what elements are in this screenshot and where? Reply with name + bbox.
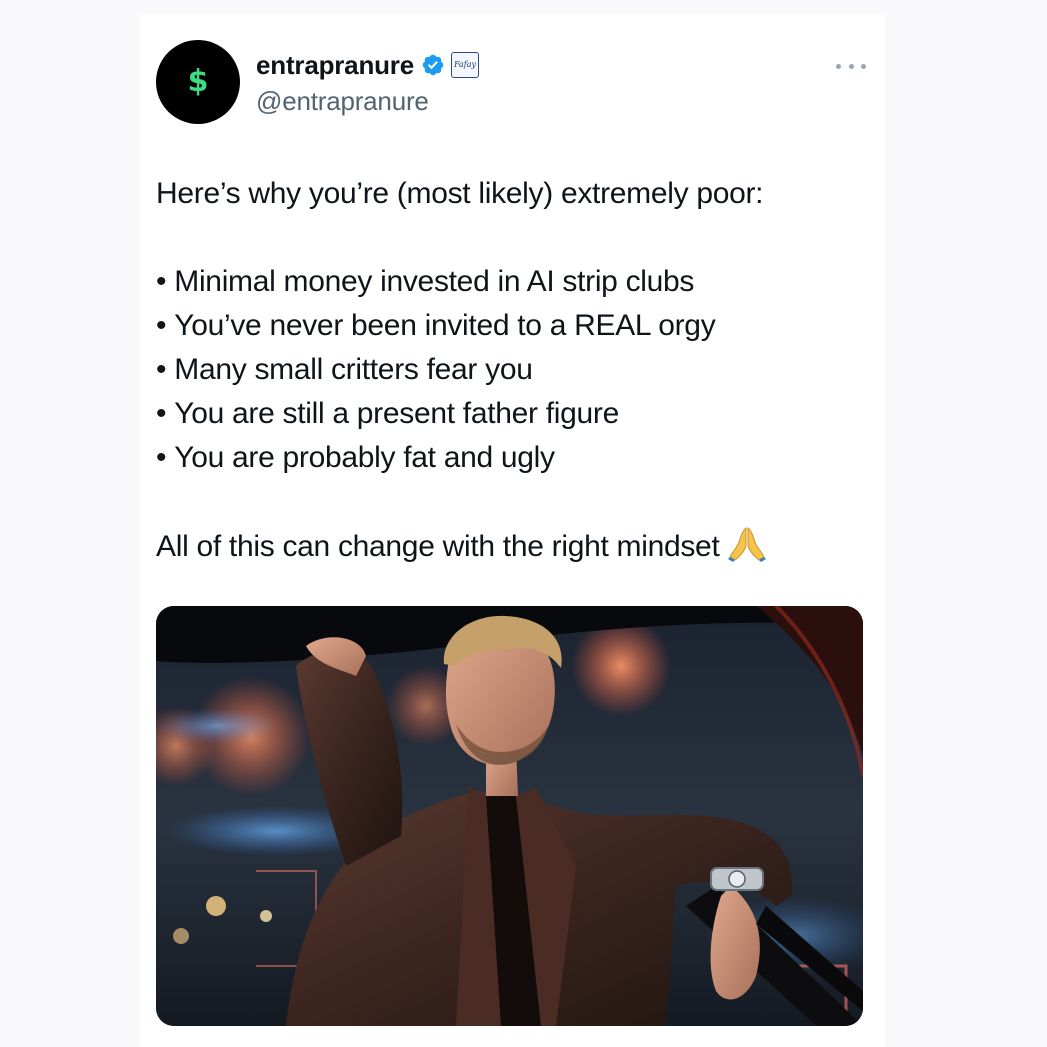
avatar[interactable]: $ (156, 40, 240, 124)
bullet-item: • You’ve never been invited to a REAL or… (156, 309, 716, 342)
more-options-icon[interactable] (836, 62, 866, 70)
bullet-text: You are still a present father figure (174, 397, 619, 430)
bullet-item: • Minimal money invested in AI strip clu… (156, 265, 695, 298)
closing-text: All of this can change with the right mi… (156, 530, 720, 563)
bullet-text: You are probably fat and ugly (174, 441, 555, 474)
dot-icon (861, 63, 866, 69)
affiliate-badge-text: Fafay (453, 60, 476, 69)
tweet-card[interactable]: $ entrapranure Fafay @entrapranure Here’… (140, 14, 885, 1047)
dot-icon (848, 63, 854, 69)
bullet-text: You’ve never been invited to a REAL orgy (174, 309, 716, 342)
bullet-item: • You are probably fat and ugly (156, 441, 555, 474)
display-name[interactable]: entrapranure (256, 50, 414, 81)
pray-icon (728, 527, 767, 562)
avatar-dollar-glyph: $ (187, 64, 209, 99)
tweet-text: Here’s why you’re (most likely) extremel… (156, 172, 876, 569)
tweet-media-photo[interactable] (156, 606, 863, 1026)
affiliate-badge-icon[interactable]: Fafay (450, 52, 479, 78)
bullet-text: Many small critters fear you (174, 353, 533, 386)
author-names: entrapranure Fafay @entrapranure (256, 48, 479, 117)
tweet-intro: Here’s why you’re (most likely) extremel… (156, 177, 764, 210)
handle[interactable]: @entrapranure (256, 86, 479, 117)
bullet-item: • You are still a present father figure (156, 397, 619, 430)
bullet-text: Minimal money invested in AI strip clubs (174, 265, 695, 298)
bullet-item: • Many small critters fear you (156, 353, 533, 386)
dot-icon (836, 63, 841, 69)
tweet-closing: All of this can change with the right mi… (156, 524, 876, 569)
verified-badge-icon[interactable] (421, 53, 445, 77)
photo-man-in-leather-jacket-night-city-icon (156, 606, 863, 1026)
tweet-header: $ entrapranure Fafay @entrapranure (156, 40, 866, 124)
display-name-row: entrapranure Fafay (256, 48, 479, 82)
